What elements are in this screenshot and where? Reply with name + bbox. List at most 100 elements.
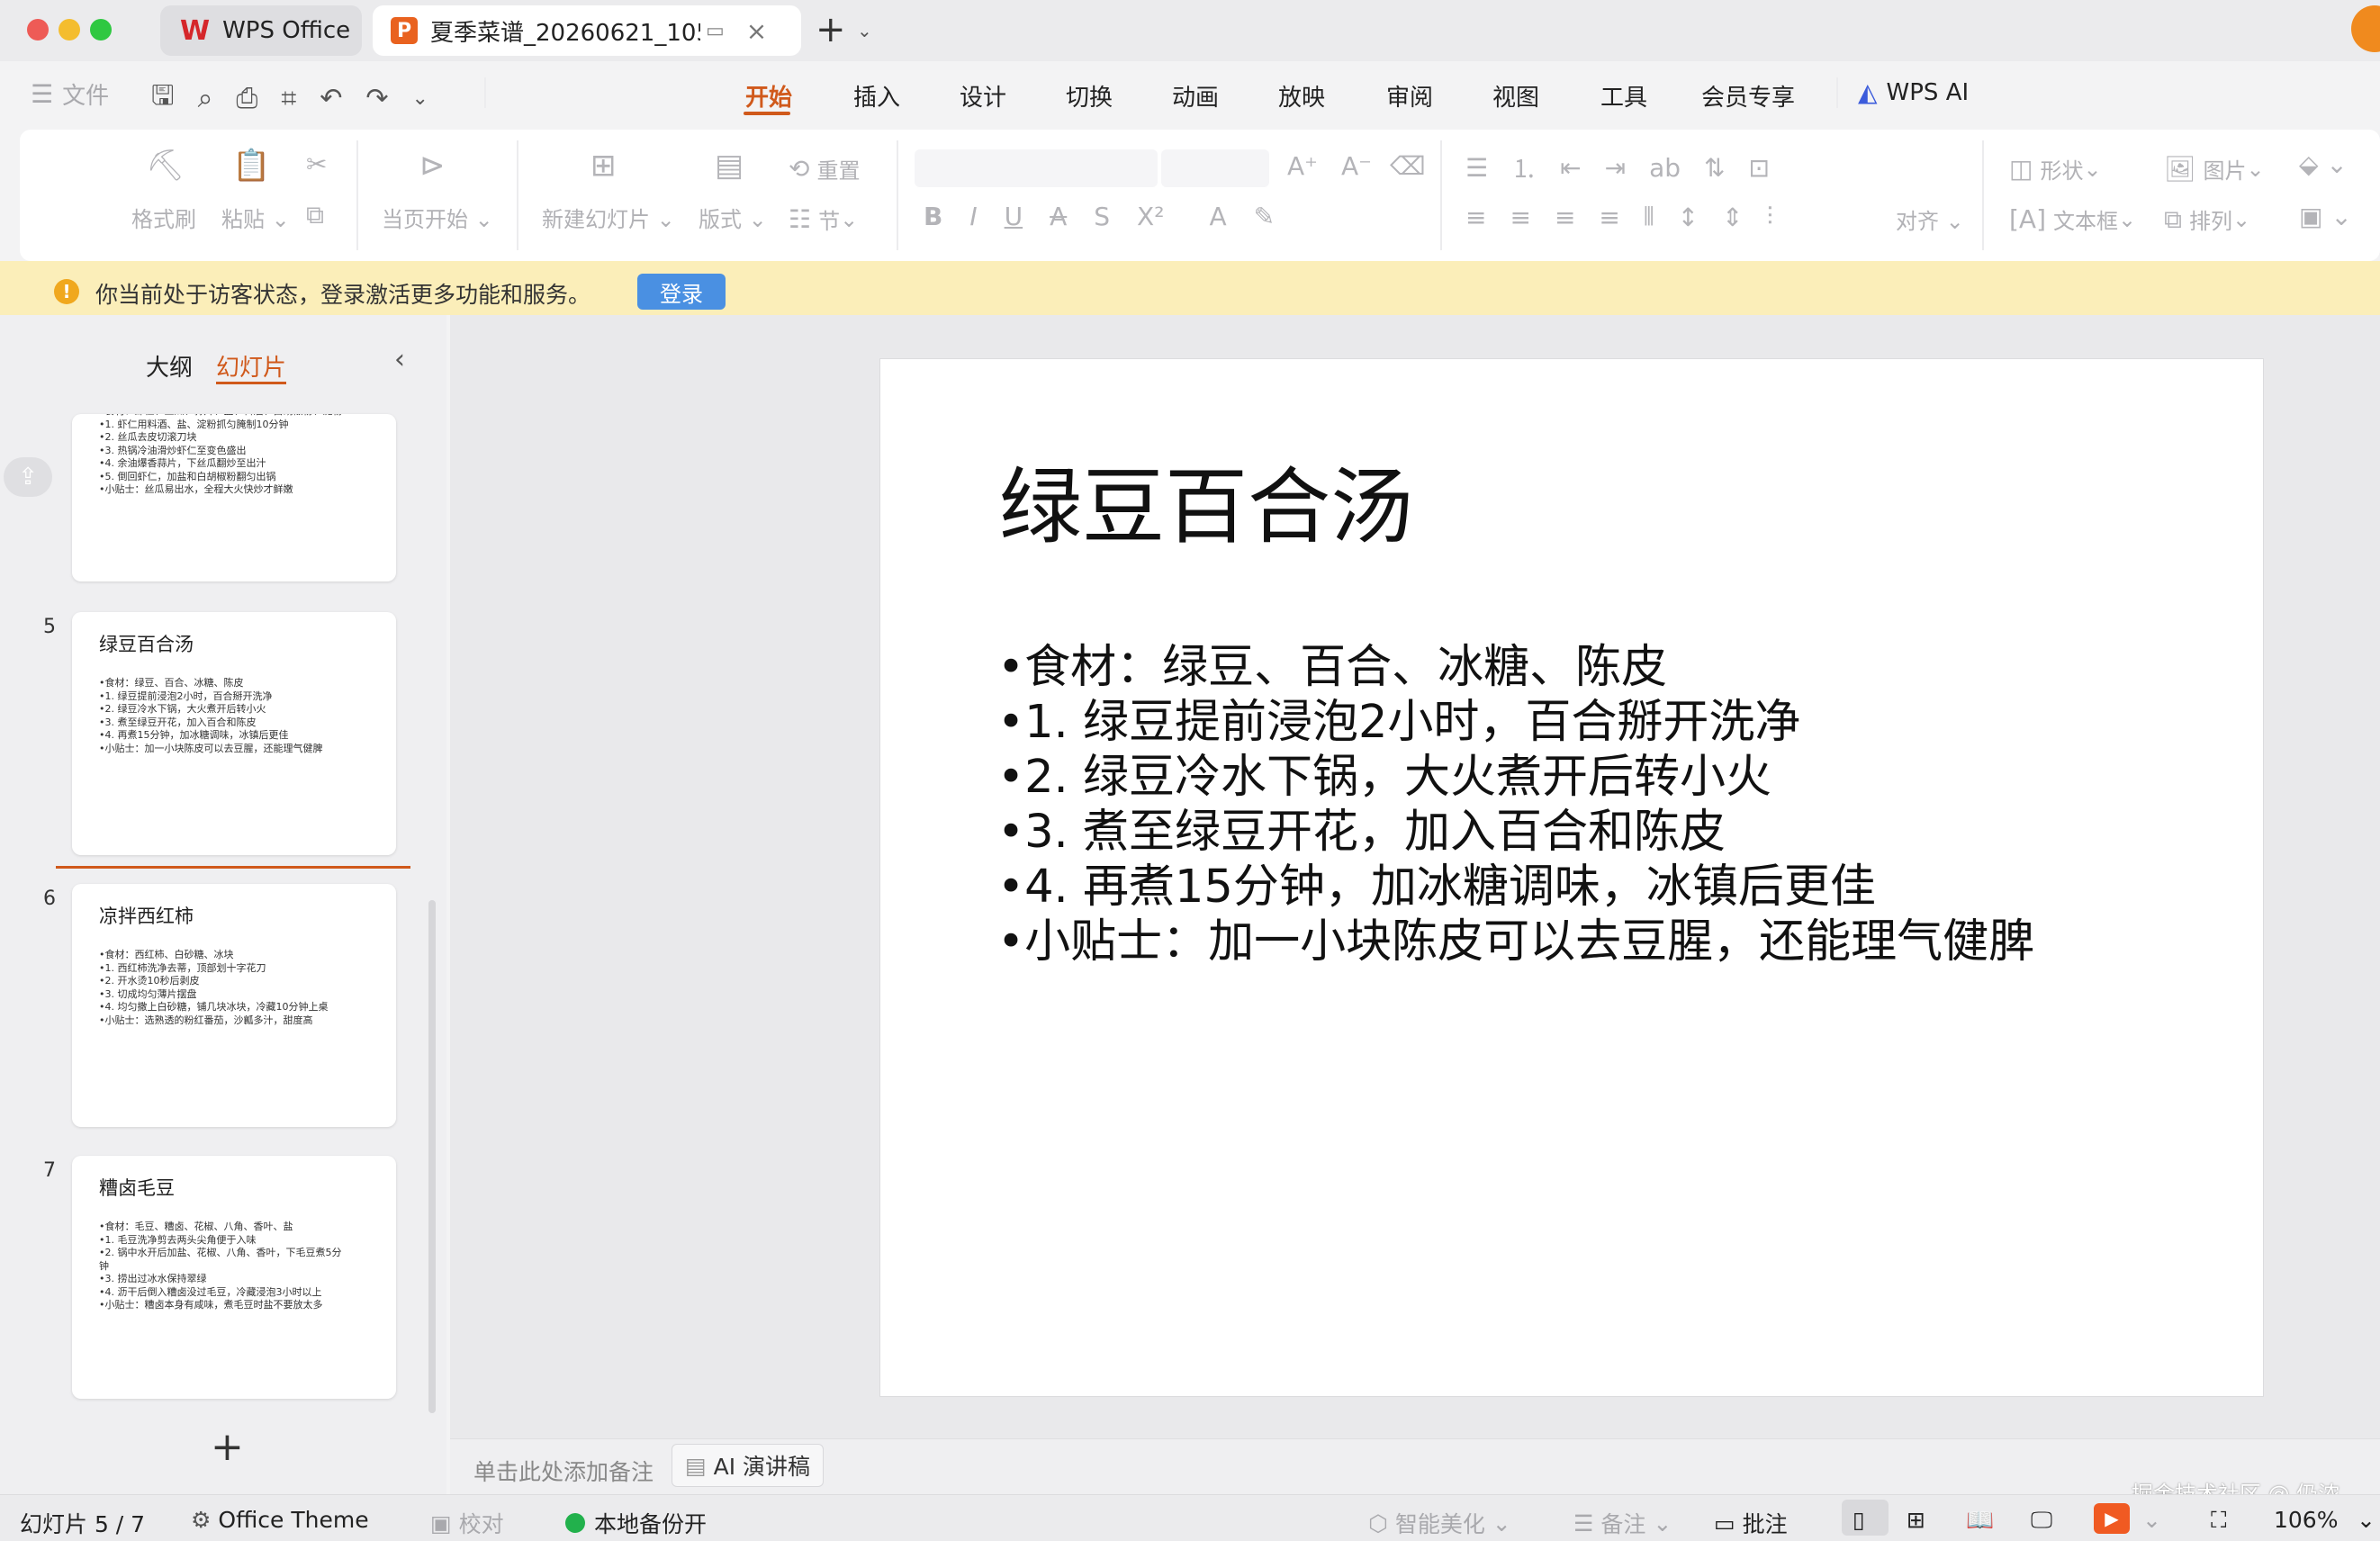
slide-thumbnail[interactable]: •食材：虾仁、丝瓜、蒜片、盐、料酒、白胡椒粉、淀粉 •1. 虾仁用料酒、盐、淀粉… <box>72 414 396 581</box>
normal-view-button[interactable] <box>1842 1500 1889 1536</box>
shadow-icon[interactable]: S <box>1094 202 1110 231</box>
chevron-down-icon[interactable]: ⌄ <box>412 87 428 110</box>
align-text-icon[interactable]: ⊡ <box>1748 153 1769 183</box>
increase-font-icon[interactable]: A⁺ <box>1287 151 1318 181</box>
theme-button[interactable]: ⚙ Office Theme <box>191 1507 369 1533</box>
tab-review[interactable]: 审阅 <box>1386 79 1433 113</box>
font-family-select[interactable] <box>915 149 1158 187</box>
close-window-button[interactable] <box>27 19 49 41</box>
align-left-icon[interactable]: ≡ <box>1465 203 1486 232</box>
picture-button[interactable]: 🖼 图片 ⌄ <box>2164 153 2265 185</box>
chevron-down-icon[interactable]: ⌄ <box>2142 1507 2161 1533</box>
underline-icon[interactable]: U <box>1005 202 1023 231</box>
strikethrough-icon[interactable]: A <box>1050 202 1067 231</box>
slide-thumbnail[interactable]: 糟卤毛豆 •食材：毛豆、糟卤、花椒、八角、香叶、盐 •1. 毛豆洗净剪去两头尖角… <box>72 1156 396 1399</box>
zoom-level[interactable]: 106% <box>2274 1507 2338 1533</box>
save-icon[interactable]: 🖫 <box>151 76 175 122</box>
tab-view[interactable]: 视图 <box>1492 79 1539 113</box>
reading-view-icon[interactable]: 📖 <box>1966 1507 1994 1534</box>
align-right-icon[interactable]: ≡ <box>1555 203 1575 232</box>
sort-icon[interactable]: ⇅ <box>1704 153 1725 183</box>
scroll-up-icon[interactable]: ⇪ <box>4 457 52 497</box>
tab-member[interactable]: 会员专享 <box>1701 79 1795 113</box>
clear-format-icon[interactable]: ⌫ <box>1390 151 1426 181</box>
add-slide-button[interactable]: + <box>211 1424 244 1470</box>
slide-body[interactable]: •食材：绿豆、百合、冰糖、陈皮 •1. 绿豆提前浸泡2小时，百合掰开洗净 •2.… <box>997 640 2034 969</box>
font-color-icon[interactable]: A <box>1209 202 1226 231</box>
play-slideshow-button[interactable]: ▶ <box>2094 1503 2130 1534</box>
copy-icon[interactable]: ⧉ <box>306 200 324 230</box>
presenter-view-icon[interactable]: 🖵 <box>2031 1507 2052 1534</box>
tab-outline[interactable]: 大纲 <box>146 349 193 383</box>
decrease-indent-icon[interactable]: ⇤ <box>1560 153 1581 183</box>
print-icon[interactable]: ⎙ <box>236 83 257 114</box>
beautify-button[interactable]: ⬡ 智能美化 ⌄ <box>1368 1507 1511 1539</box>
chevron-down-icon[interactable]: ⌄ <box>2357 1507 2375 1533</box>
distribute-icon[interactable]: ⫴ <box>1644 202 1654 232</box>
fit-window-icon[interactable]: ⛶ <box>2211 1507 2227 1534</box>
tab-transition[interactable]: 切换 <box>1066 79 1113 113</box>
sidebar-scrollbar[interactable] <box>428 900 436 1413</box>
collapse-sidebar-icon[interactable]: ‹ <box>394 344 405 375</box>
paste-button[interactable]: 粘贴 ⌄ <box>221 202 290 233</box>
italic-icon[interactable]: I <box>969 202 977 231</box>
paragraph-spacing-icon[interactable]: ⇕ <box>1722 203 1743 232</box>
tab-wps-office[interactable]: W WPS Office <box>160 5 362 56</box>
numbering-icon[interactable]: ⒈ <box>1511 149 1537 185</box>
font-size-select[interactable] <box>1161 149 1269 187</box>
chevron-down-icon[interactable]: ⌄ <box>857 20 872 41</box>
ai-script-button[interactable]: ▤ AI 演讲稿 <box>672 1444 825 1487</box>
from-current-button[interactable]: 当页开始 ⌄ <box>382 202 493 233</box>
print-preview-icon[interactable]: ⌗ <box>281 83 296 114</box>
decrease-font-icon[interactable]: A⁻ <box>1341 151 1372 181</box>
new-slide-button[interactable]: 新建幻灯片 ⌄ <box>542 202 675 233</box>
text-direction-icon[interactable]: ab <box>1649 153 1681 183</box>
superscript-icon[interactable]: X² <box>1137 202 1164 231</box>
format-painter-button[interactable]: 格式刷 <box>131 202 196 233</box>
tab-slides[interactable]: 幻灯片 <box>216 349 286 383</box>
notes-button[interactable]: ☰ 备注 ⌄ <box>1573 1507 1672 1539</box>
backup-status[interactable]: 本地备份开 <box>565 1507 707 1539</box>
redo-icon[interactable]: ↷ <box>365 83 388 114</box>
cut-icon[interactable]: ✂ <box>306 149 327 179</box>
tab-tools[interactable]: 工具 <box>1600 79 1647 113</box>
format-icon[interactable]: ⌕ <box>198 83 213 114</box>
comments-button[interactable]: ▭ 批注 <box>1714 1507 1788 1539</box>
zoom-window-button[interactable] <box>90 19 112 41</box>
minimize-window-button[interactable] <box>59 19 80 41</box>
tab-slideshow[interactable]: 放映 <box>1278 79 1325 113</box>
align-button[interactable]: 对齐 ⌄ <box>1896 203 1964 235</box>
arrange-button[interactable]: ⧉ 排列 ⌄ <box>2164 203 2250 235</box>
grid-view-icon[interactable]: ⊞ <box>1907 1507 1925 1533</box>
tab-home[interactable]: 开始 <box>745 79 792 113</box>
textbox-button[interactable]: [A] 文本框 ⌄ <box>2009 203 2136 235</box>
file-menu[interactable]: ☰ 文件 <box>31 77 109 111</box>
line-spacing-icon[interactable]: ↕ <box>1678 203 1699 232</box>
increase-indent-icon[interactable]: ⇥ <box>1605 153 1626 183</box>
tab-insert[interactable]: 插入 <box>853 79 900 113</box>
proofread-button[interactable]: ▣ 校对 <box>430 1507 504 1539</box>
align-center-icon[interactable]: ≡ <box>1510 203 1530 232</box>
columns-icon[interactable]: ⫶ <box>1767 202 1773 232</box>
shape-button[interactable]: ◫ 形状 ⌄ <box>2009 153 2102 185</box>
tab-wps-ai[interactable]: ◭ WPS AI <box>1858 77 1969 107</box>
login-button[interactable]: 登录 <box>637 274 726 310</box>
bullets-icon[interactable]: ☰ <box>1465 153 1488 183</box>
new-tab-button[interactable]: + <box>816 9 846 50</box>
tab-design[interactable]: 设计 <box>960 79 1006 113</box>
tab-animation[interactable]: 动画 <box>1172 79 1219 113</box>
outline-icon[interactable]: ▣ ⌄ <box>2299 202 2352 231</box>
highlight-icon[interactable]: ✎ <box>1254 202 1275 231</box>
tab-document[interactable]: P 夏季菜谱_20260621_1059 ▭ × <box>373 5 801 56</box>
fill-icon[interactable]: ⬙ ⌄ <box>2299 149 2348 179</box>
layout-button[interactable]: 版式 ⌄ <box>699 202 767 233</box>
bold-icon[interactable]: B <box>924 202 942 231</box>
justify-icon[interactable]: ≡ <box>1599 203 1619 232</box>
section-button[interactable]: ☷ 节 ⌄ <box>789 203 858 235</box>
current-slide[interactable]: 绿豆百合汤 •食材：绿豆、百合、冰糖、陈皮 •1. 绿豆提前浸泡2小时，百合掰开… <box>880 359 2263 1396</box>
slide-thumbnail[interactable]: 绿豆百合汤 •食材：绿豆、百合、冰糖、陈皮 •1. 绿豆提前浸泡2小时，百合掰开… <box>72 612 396 855</box>
slide-thumbnail[interactable]: 凉拌西红柿 •食材：西红柿、白砂糖、冰块 •1. 西红柿洗净去蒂，顶部划十字花刀… <box>72 884 396 1127</box>
reset-button[interactable]: ⟲ 重置 <box>789 153 860 185</box>
close-tab-icon[interactable]: × <box>746 16 767 46</box>
slide-title[interactable]: 绿豆百合汤 <box>999 440 1413 560</box>
